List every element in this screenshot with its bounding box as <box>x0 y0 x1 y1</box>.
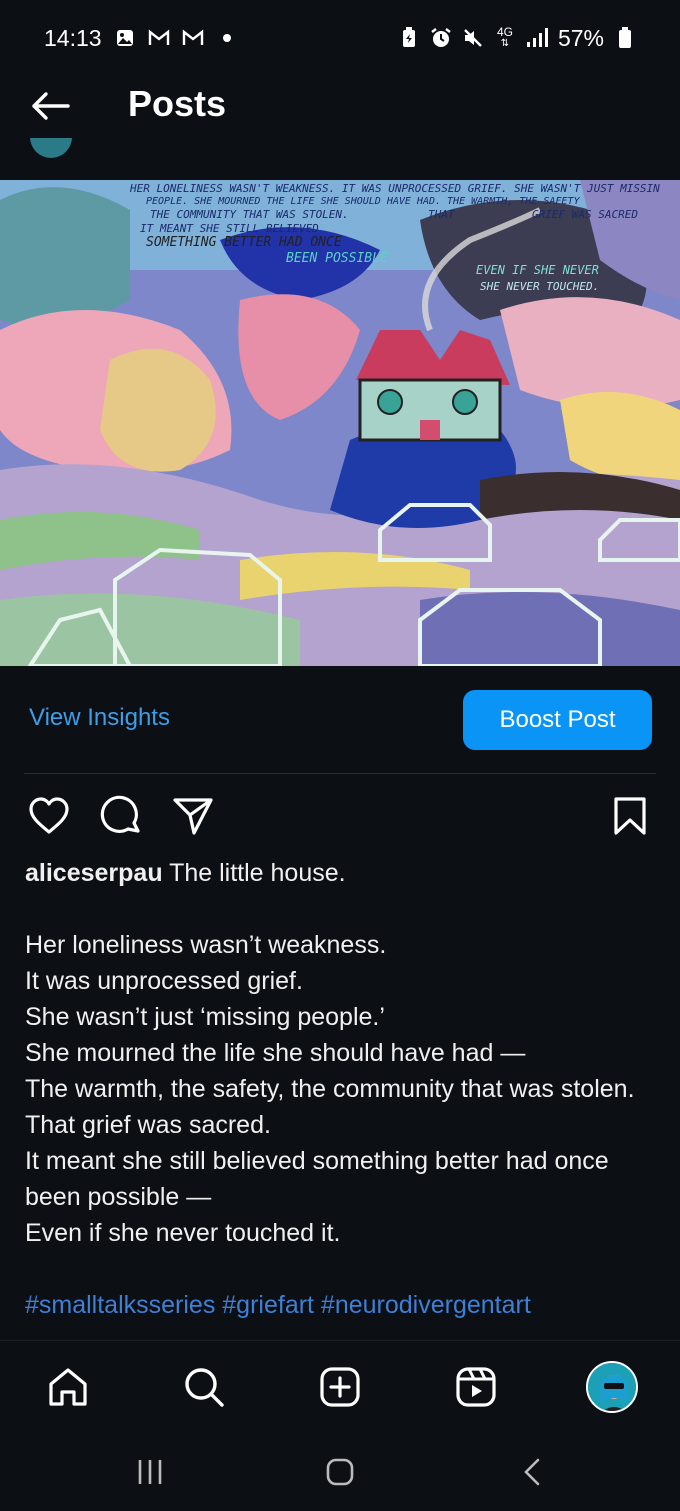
image-text-10: SHE NEVER TOUCHED. <box>480 280 599 293</box>
home-button[interactable] <box>316 1450 364 1494</box>
recents-icon <box>138 1460 162 1484</box>
image-text-7: SOMETHING BETTER HAD ONCE <box>146 235 342 250</box>
post-caption: aliceserpau The little house. Her loneli… <box>25 855 655 1323</box>
status-bar: 14:13 4G ⇅ 57% <box>0 0 680 76</box>
bookmark-icon <box>614 797 646 835</box>
image-text-9: EVEN IF SHE NEVER <box>476 263 599 277</box>
share-button[interactable] <box>170 793 216 839</box>
image-notification-icon <box>114 27 136 49</box>
caption-hashtags[interactable]: #smalltalksseries #griefart #neurodiverg… <box>25 1287 655 1323</box>
image-text-1: HER LONELINESS WASN'T WEAKNESS. IT WAS U… <box>129 182 660 195</box>
save-button[interactable] <box>607 793 653 839</box>
profile-avatar <box>586 1361 638 1413</box>
status-time: 14:13 <box>44 24 102 51</box>
like-button[interactable] <box>26 793 72 839</box>
back-icon <box>524 1458 540 1486</box>
divider <box>24 773 656 774</box>
battery-percent: 57% <box>557 24 604 51</box>
painting: HER LONELINESS WASN'T WEAKNESS. IT WAS U… <box>0 180 680 666</box>
search-icon <box>185 1368 224 1407</box>
caption-line: It was unprocessed grief. <box>25 967 303 995</box>
caption-title: The little house. <box>162 859 346 887</box>
alarm-icon <box>430 27 452 49</box>
image-text-6: IT MEANT SHE STILL BELIEVED <box>140 222 319 235</box>
comment-button[interactable] <box>98 793 144 839</box>
nav-home[interactable] <box>42 1361 94 1413</box>
image-text-2: PEOPLE. SHE MOURNED THE LIFE SHE SHOULD … <box>146 196 580 207</box>
post-actions <box>0 793 680 839</box>
dot-icon <box>216 27 238 49</box>
post-image[interactable]: HER LONELINESS WASN'T WEAKNESS. IT WAS U… <box>0 180 680 666</box>
view-insights-link[interactable]: View Insights <box>29 704 170 732</box>
image-text-4: THAT <box>428 208 456 221</box>
caption-line: Her loneliness wasn’t weakness. <box>25 931 387 959</box>
share-icon <box>173 798 213 835</box>
caption-line: She wasn’t just ‘missing people.’ <box>25 1003 385 1031</box>
caption-line: The warmth, the safety, the community th… <box>25 1075 635 1103</box>
create-icon <box>320 1367 360 1407</box>
heart-icon <box>29 797 69 834</box>
back-button[interactable] <box>28 84 72 128</box>
image-text-8: BEEN POSSIBLE <box>286 251 388 266</box>
arrow-left-icon <box>32 92 70 120</box>
page-title: Posts <box>128 83 227 124</box>
nav-reels[interactable] <box>450 1361 502 1413</box>
system-nav <box>0 1432 680 1511</box>
nav-profile[interactable] <box>586 1361 638 1413</box>
caption-header: aliceserpau The little house. <box>25 855 655 891</box>
recents-button[interactable] <box>126 1450 174 1494</box>
caption-username[interactable]: aliceserpau <box>25 859 163 887</box>
bottom-nav <box>0 1340 680 1432</box>
home-button-icon <box>326 1458 354 1486</box>
gmail-icon <box>182 27 204 49</box>
caption-line: She mourned the life she should have had… <box>25 1039 526 1067</box>
battery-icon <box>614 27 636 49</box>
image-text-3: THE COMMUNITY THAT WAS STOLEN. <box>150 208 349 221</box>
reels-icon <box>456 1367 496 1407</box>
mute-icon <box>462 27 484 49</box>
nav-search[interactable] <box>178 1361 230 1413</box>
signal-icon <box>526 27 548 49</box>
caption-line: Even if she never touched it. <box>25 1219 341 1247</box>
image-text-5: GRIEF WAS SACRED <box>532 208 638 221</box>
caption-line: It meant she still believed something be… <box>25 1147 609 1211</box>
top-bar: Posts <box>0 76 680 138</box>
boost-post-button[interactable]: Boost Post <box>463 690 652 750</box>
nav-create[interactable] <box>314 1361 366 1413</box>
gmail-icon <box>148 27 170 49</box>
avatar[interactable] <box>30 138 72 162</box>
network-label: 4G <box>496 25 513 39</box>
caption-line: That grief was sacred. <box>25 1111 271 1139</box>
battery-saver-icon <box>398 27 420 49</box>
comment-icon <box>100 795 140 833</box>
system-back-button[interactable] <box>508 1450 556 1494</box>
home-icon <box>49 1368 87 1406</box>
network-icon: 4G ⇅ <box>496 25 513 49</box>
